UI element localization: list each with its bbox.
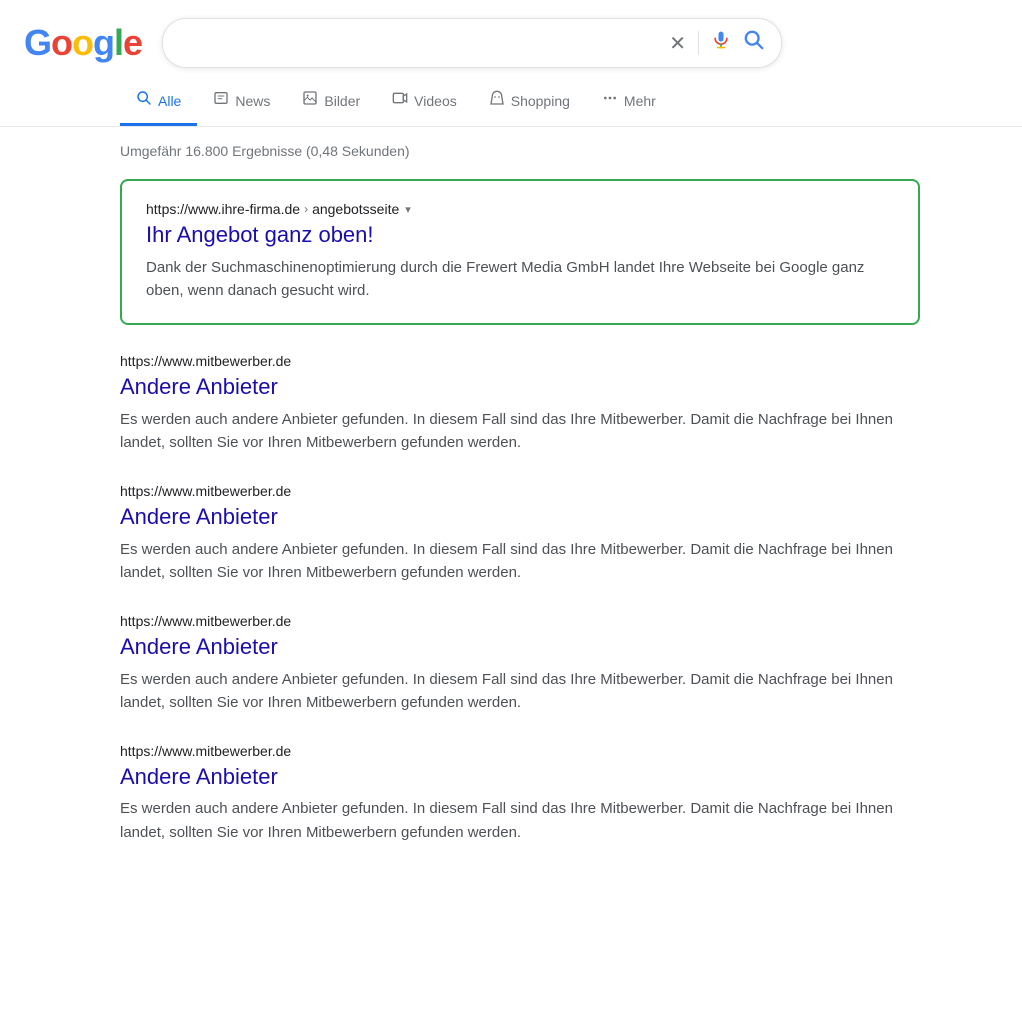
tab-mehr-label: Mehr	[624, 93, 656, 109]
url-dropdown-icon[interactable]: ▾	[405, 203, 411, 216]
search-submit-icon[interactable]	[743, 29, 765, 57]
result-item: https://www.mitbewerber.de Andere Anbiet…	[120, 483, 920, 585]
result-items-container: https://www.mitbewerber.de Andere Anbiet…	[120, 353, 998, 845]
divider	[698, 31, 699, 55]
result-description: Es werden auch andere Anbieter gefunden.…	[120, 668, 920, 715]
tab-shopping-label: Shopping	[511, 93, 570, 109]
google-logo[interactable]: Google	[24, 22, 142, 64]
result-title[interactable]: Andere Anbieter	[120, 373, 920, 402]
result-url: https://www.mitbewerber.de	[120, 613, 920, 629]
result-title[interactable]: Andere Anbieter	[120, 503, 920, 532]
bilder-icon	[302, 90, 318, 111]
tab-bilder-label: Bilder	[324, 93, 360, 109]
tab-shopping[interactable]: Shopping	[473, 78, 586, 126]
search-bar: Ihr Angebot wird gesucht ✕	[162, 18, 782, 68]
tab-alle[interactable]: Alle	[120, 78, 197, 126]
result-url: https://www.mitbewerber.de	[120, 353, 920, 369]
featured-result-title[interactable]: Ihr Angebot ganz oben!	[146, 221, 894, 250]
videos-icon	[392, 90, 408, 111]
result-title[interactable]: Andere Anbieter	[120, 763, 920, 792]
result-item: https://www.mitbewerber.de Andere Anbiet…	[120, 743, 920, 845]
tab-bilder[interactable]: Bilder	[286, 78, 376, 126]
results-area: Umgefähr 16.800 Ergebnisse (0,48 Sekunde…	[0, 127, 1022, 889]
result-description: Es werden auch andere Anbieter gefunden.…	[120, 797, 920, 844]
url-arrow: ›	[304, 202, 308, 216]
result-description: Es werden auch andere Anbieter gefunden.…	[120, 538, 920, 585]
tab-videos[interactable]: Videos	[376, 78, 473, 126]
result-url: https://www.mitbewerber.de	[120, 743, 920, 759]
result-title[interactable]: Andere Anbieter	[120, 633, 920, 662]
result-item: https://www.mitbewerber.de Andere Anbiet…	[120, 613, 920, 715]
featured-url: https://www.ihre-firma.de › angebotsseit…	[146, 201, 894, 217]
tab-news-label: News	[235, 93, 270, 109]
microphone-icon[interactable]	[711, 30, 731, 56]
alle-icon	[136, 90, 152, 111]
tab-alle-label: Alle	[158, 93, 181, 109]
result-description: Es werden auch andere Anbieter gefunden.…	[120, 408, 920, 455]
header: Google Ihr Angebot wird gesucht ✕	[0, 0, 1022, 78]
tab-mehr[interactable]: Mehr	[586, 78, 672, 126]
tab-videos-label: Videos	[414, 93, 457, 109]
tab-news[interactable]: News	[197, 78, 286, 126]
result-item: https://www.mitbewerber.de Andere Anbiet…	[120, 353, 920, 455]
result-url: https://www.mitbewerber.de	[120, 483, 920, 499]
shopping-icon	[489, 90, 505, 111]
clear-search-icon[interactable]: ✕	[669, 31, 686, 56]
search-tabs: Alle News Bilder Videos	[0, 78, 1022, 127]
results-stats: Umgefähr 16.800 Ergebnisse (0,48 Sekunde…	[120, 143, 998, 159]
featured-result: https://www.ihre-firma.de › angebotsseit…	[120, 179, 920, 325]
news-icon	[213, 90, 229, 111]
featured-result-description: Dank der Suchmaschinenoptimierung durch …	[146, 256, 894, 303]
mehr-icon	[602, 90, 618, 111]
search-input[interactable]: Ihr Angebot wird gesucht	[179, 33, 659, 54]
